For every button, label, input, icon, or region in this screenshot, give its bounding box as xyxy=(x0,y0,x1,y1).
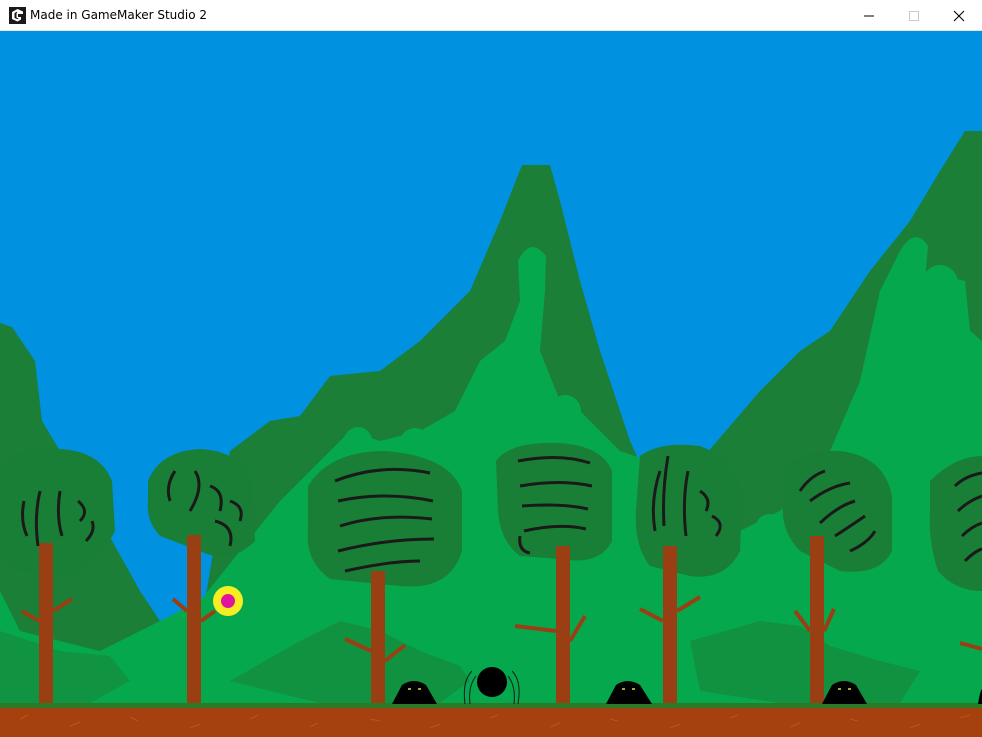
ground xyxy=(0,703,982,737)
coin-pickup xyxy=(213,586,243,616)
close-button[interactable] xyxy=(936,0,982,31)
minimize-icon xyxy=(864,15,874,16)
game-canvas[interactable] xyxy=(0,31,982,737)
window-title: Made in GameMaker Studio 2 xyxy=(30,8,208,22)
gamemaker-icon xyxy=(9,7,26,24)
game-window: Made in GameMaker Studio 2 xyxy=(0,0,982,737)
maximize-button[interactable] xyxy=(891,0,937,31)
title-bar[interactable]: Made in GameMaker Studio 2 xyxy=(0,0,982,31)
minimize-button[interactable] xyxy=(846,0,892,31)
maximize-icon xyxy=(909,10,919,21)
close-icon xyxy=(953,10,965,21)
game-scene xyxy=(0,31,982,737)
